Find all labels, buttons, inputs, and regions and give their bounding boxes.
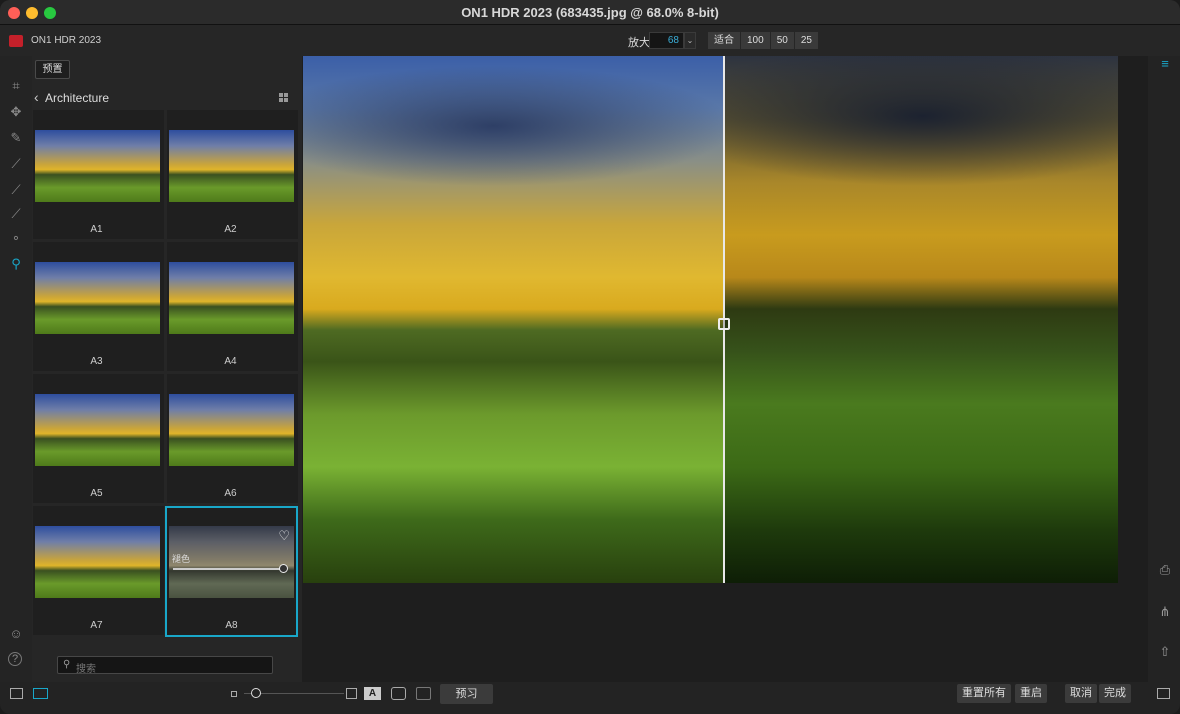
right-rail: ≡ ⎙ ⋔ ⇧ [1148, 56, 1180, 682]
preset-thumb-a1[interactable]: A1 [33, 110, 164, 239]
zoom-100-button[interactable]: 100 [741, 32, 771, 49]
search-input[interactable]: ⚲ 搜索 [57, 656, 273, 675]
grid-view-icon[interactable] [279, 93, 288, 102]
favorite-heart-icon[interactable]: ♡ [278, 528, 290, 544]
preset-thumb-a4[interactable]: A4 [167, 242, 298, 371]
photo-before-side [303, 56, 723, 583]
thumb-small-size-icon [231, 691, 237, 697]
preset-label: A3 [90, 356, 103, 367]
zoom-dropdown-chevron-icon[interactable]: ⌄ [684, 32, 696, 49]
split-view-handle[interactable] [718, 318, 730, 330]
presets-panel: 预置 ‹ Architecture A1 A2 A3 A4 A5 A6 A7 ♡… [32, 56, 302, 682]
preset-thumb-a5[interactable]: A5 [33, 374, 164, 503]
photo-preview[interactable] [303, 56, 1118, 583]
zoom-fit-button[interactable]: 适合 [708, 32, 741, 49]
preset-label: A4 [224, 356, 237, 367]
zoom-presets: 适合 100 50 25 [708, 32, 819, 49]
search-placeholder: 搜索 [76, 664, 96, 675]
auto-enhance-icon[interactable]: A [364, 687, 381, 700]
preset-preview-image [169, 130, 294, 202]
category-header: ‹ Architecture [32, 86, 302, 108]
export-icon[interactable]: ⇧ [1157, 644, 1173, 660]
reset-all-button[interactable]: 重置所有 [957, 684, 1011, 703]
app-name: ON1 HDR 2023 [31, 35, 102, 46]
overlay-icon[interactable] [416, 687, 431, 700]
zoom-25-button[interactable]: 25 [794, 32, 819, 49]
preset-thumb-a6[interactable]: A6 [167, 374, 298, 503]
move-icon[interactable]: ✥ [8, 104, 24, 120]
preset-label: A2 [224, 224, 237, 235]
done-button[interactable]: 完成 [1099, 684, 1131, 703]
mask-eraser-icon[interactable]: ⟋ [8, 206, 24, 222]
thumb-large-size-icon [346, 688, 357, 699]
preset-preview-image [35, 526, 160, 598]
app-logo-icon [9, 35, 23, 47]
image-canvas[interactable] [302, 56, 1148, 682]
app-window: ON1 HDR 2023 (683435.jpg @ 68.0% 8-bit) … [0, 0, 1180, 714]
preset-grid: A1 A2 A3 A4 A5 A6 A7 ♡ 褪色 A8 [32, 110, 302, 642]
zoom-50-button[interactable]: 50 [770, 32, 795, 49]
share-icon[interactable]: ⋔ [1157, 604, 1173, 620]
preset-label: A6 [224, 488, 237, 499]
fade-slider-handle[interactable] [279, 564, 288, 573]
thumbnail-size-handle[interactable] [251, 688, 261, 698]
back-chevron-icon[interactable]: ‹ [34, 89, 39, 105]
bottom-bar: A 预习 重置所有 重启 取消 完成 [0, 682, 1180, 714]
preset-thumb-a3[interactable]: A3 [33, 242, 164, 371]
fade-amount-label: 褪色 [172, 554, 191, 564]
split-view-icon[interactable] [33, 688, 48, 699]
title-bar: ON1 HDR 2023 (683435.jpg @ 68.0% 8-bit) [0, 0, 1180, 25]
mask-brush-icon[interactable]: ⟋ [8, 182, 24, 198]
person-icon[interactable]: ☺ [8, 626, 24, 642]
preset-preview-image [35, 262, 160, 334]
preset-thumb-a7[interactable]: A7 [33, 506, 164, 635]
category-title[interactable]: Architecture [45, 91, 109, 105]
preset-preview-image [169, 262, 294, 334]
help-icon[interactable]: ? [8, 652, 22, 666]
brush-icon[interactable]: ✎ [8, 130, 24, 146]
zoom-label: 放大 [628, 37, 650, 49]
zoom-input[interactable]: 68 [649, 32, 684, 49]
preset-label: A7 [90, 620, 103, 631]
preview-button[interactable]: 预习 [440, 684, 493, 704]
search-icon: ⚲ [63, 659, 71, 670]
retouch-icon[interactable]: ⟋ [8, 156, 24, 172]
zoom-hand-icon[interactable]: ⚲ [8, 256, 24, 272]
preset-preview-image [169, 394, 294, 466]
tool-rail: ⌗ ✥ ✎ ⟋ ⟋ ⟋ ∘ ⚲ ☺ ? [0, 56, 32, 682]
preset-thumb-a2[interactable]: A2 [167, 110, 298, 239]
tab-presets[interactable]: 预置 [35, 60, 70, 79]
photo-after-side [723, 56, 1118, 583]
crop-icon[interactable]: ⌗ [8, 78, 24, 94]
panel-toggle-left-icon[interactable] [10, 688, 23, 699]
refine-icon[interactable]: ∘ [8, 230, 24, 246]
preset-label: A1 [90, 224, 103, 235]
adjustments-sliders-icon[interactable]: ≡ [1157, 56, 1173, 72]
preset-thumb-a8[interactable]: ♡ 褪色 A8 [165, 506, 298, 637]
print-icon[interactable]: ⎙ [1157, 562, 1173, 578]
cancel-button[interactable]: 取消 [1065, 684, 1097, 703]
preset-preview-image [35, 130, 160, 202]
preset-label: A5 [90, 488, 103, 499]
window-title: ON1 HDR 2023 (683435.jpg @ 68.0% 8-bit) [461, 5, 719, 20]
preset-label: A8 [225, 620, 238, 631]
preset-preview-image [35, 394, 160, 466]
panel-toggle-right-icon[interactable] [1157, 688, 1170, 699]
reset-button[interactable]: 重启 [1015, 684, 1047, 703]
app-toolbar: ON1 HDR 2023 放大 68 ⌄ 适合 100 50 25 [0, 25, 1180, 56]
mask-view-icon[interactable] [391, 687, 406, 700]
fade-amount-slider[interactable] [173, 568, 283, 570]
